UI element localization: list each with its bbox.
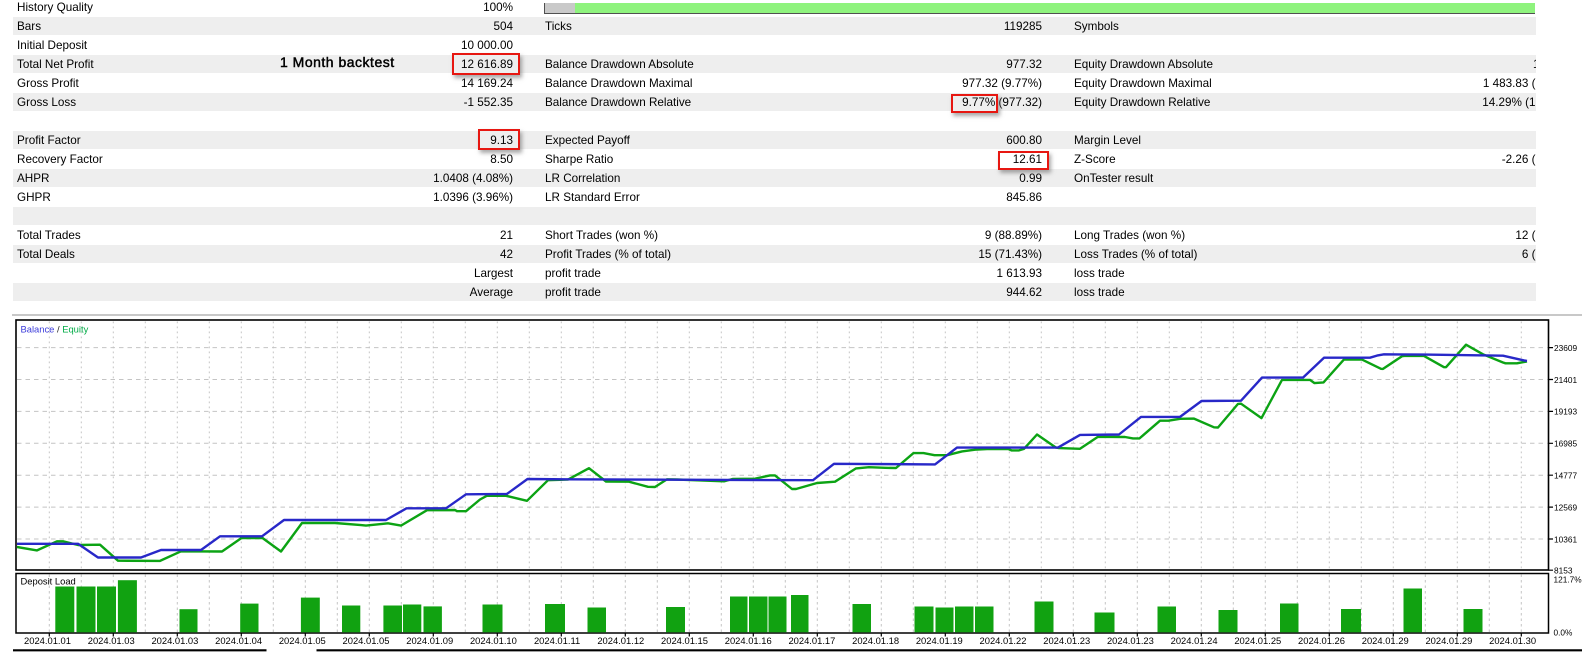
svg-text:2024.01.01: 2024.01.01 [24, 635, 71, 646]
svg-text:121.7%: 121.7% [1554, 575, 1582, 585]
svg-text:2024.01.12: 2024.01.12 [597, 635, 644, 646]
svg-text:2024.01.18: 2024.01.18 [852, 635, 899, 646]
svg-text:2024.01.17: 2024.01.17 [788, 635, 835, 646]
svg-text:2024.01.16: 2024.01.16 [725, 635, 772, 646]
svg-text:23609: 23609 [1554, 343, 1577, 353]
svg-text:10361: 10361 [1554, 534, 1577, 544]
svg-text:2024.01.29: 2024.01.29 [1362, 635, 1409, 646]
svg-text:2024.01.24: 2024.01.24 [1171, 635, 1218, 646]
svg-text:2024.01.03: 2024.01.03 [88, 635, 135, 646]
svg-text:12569: 12569 [1554, 502, 1577, 512]
svg-text:2024.01.19: 2024.01.19 [916, 635, 963, 646]
svg-text:2024.01.30: 2024.01.30 [1489, 635, 1536, 646]
svg-text:21401: 21401 [1554, 375, 1577, 385]
svg-text:2024.01.22: 2024.01.22 [980, 635, 1027, 646]
svg-text:19193: 19193 [1554, 407, 1577, 417]
svg-text:2024.01.29: 2024.01.29 [1425, 635, 1472, 646]
svg-text:2024.01.04: 2024.01.04 [215, 635, 262, 646]
svg-text:0.0%: 0.0% [1554, 628, 1574, 638]
svg-text:2024.01.23: 2024.01.23 [1107, 635, 1154, 646]
svg-text:16985: 16985 [1554, 439, 1577, 449]
svg-text:2024.01.09: 2024.01.09 [406, 635, 453, 646]
svg-text:2024.01.26: 2024.01.26 [1298, 635, 1345, 646]
svg-text:2024.01.11: 2024.01.11 [534, 635, 580, 646]
svg-text:2024.01.15: 2024.01.15 [661, 635, 708, 646]
svg-text:2024.01.25: 2024.01.25 [1234, 635, 1281, 646]
svg-text:Deposit Load: Deposit Load [21, 576, 76, 587]
svg-text:2024.01.05: 2024.01.05 [343, 635, 390, 646]
svg-text:2024.01.23: 2024.01.23 [1043, 635, 1090, 646]
svg-text:2024.01.10: 2024.01.10 [470, 635, 517, 646]
svg-text:Balance / Equity: Balance / Equity [21, 324, 89, 335]
svg-text:2024.01.05: 2024.01.05 [279, 635, 326, 646]
svg-text:14777: 14777 [1554, 471, 1577, 481]
svg-text:2024.01.03: 2024.01.03 [151, 635, 198, 646]
